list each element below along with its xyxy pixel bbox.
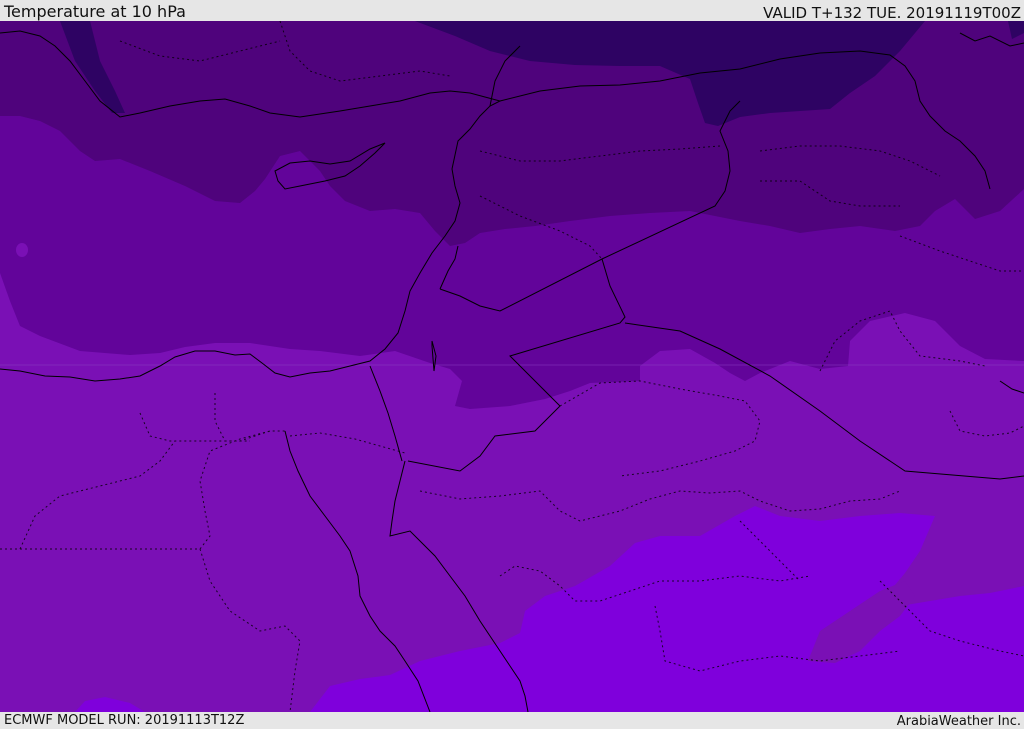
map-title: Temperature at 10 hPa: [4, 2, 186, 21]
model-run: ECMWF MODEL RUN: 20191113T12Z: [4, 713, 245, 728]
band-light-dot: [16, 243, 28, 257]
map-canvas: [0, 21, 1024, 712]
map-header: Temperature at 10 hPa VALID T+132 TUE. 2…: [0, 0, 1024, 22]
credit: ArabiaWeather Inc.: [896, 714, 1021, 729]
map-footer: ECMWF MODEL RUN: 20191113T12Z ArabiaWeat…: [0, 712, 1024, 729]
temperature-map[interactable]: [0, 21, 1024, 712]
valid-time: VALID T+132 TUE. 20191119T00Z: [763, 4, 1021, 22]
